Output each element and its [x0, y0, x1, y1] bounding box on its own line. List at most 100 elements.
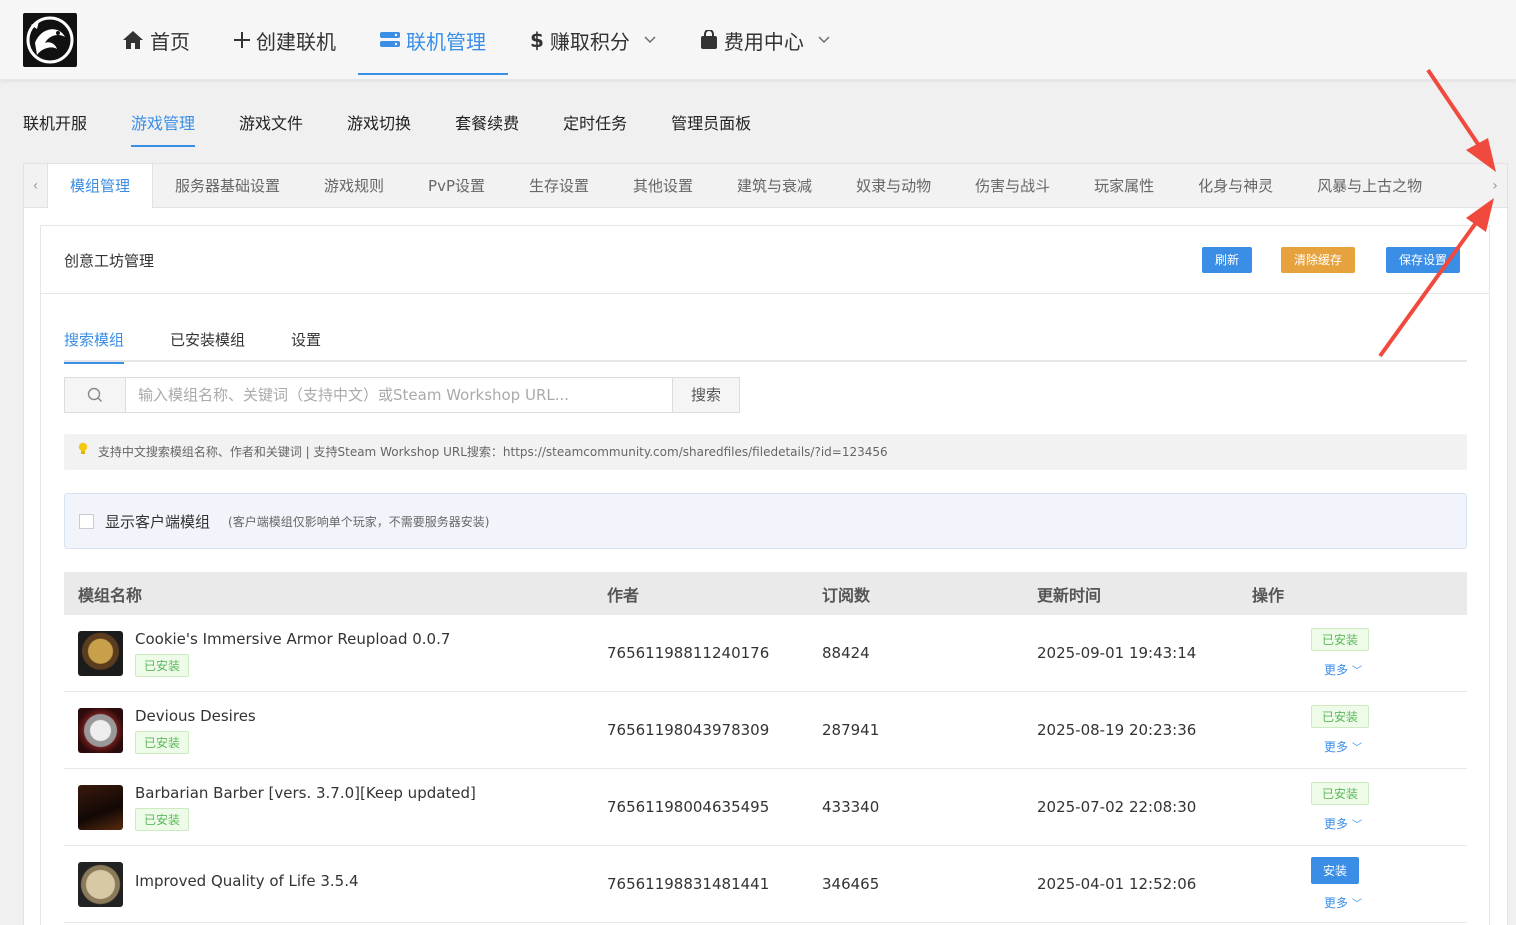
chevron-down-icon: ﹀ [1352, 666, 1363, 677]
bag-icon [700, 30, 718, 50]
tab-installed-mods[interactable]: 已安装模组 [170, 328, 245, 362]
nav-home-label: 首页 [150, 29, 190, 54]
nav-server-management[interactable]: 联机管理 [358, 0, 508, 80]
mod-thumbnail [78, 861, 123, 907]
subnav-game-files[interactable]: 游戏文件 [239, 103, 303, 147]
tab-thralls-animals[interactable]: 奴隶与动物 [834, 164, 953, 208]
installed-status-button[interactable]: 已安装 [1311, 628, 1370, 651]
header-updated-time: 更新时间 [1037, 585, 1102, 605]
nav-billing-center-label: 费用中心 [723, 29, 804, 54]
mod-name[interactable]: Improved Quality of Life 3.5.4 [135, 872, 359, 890]
subnav-open-server[interactable]: 联机开服 [23, 103, 87, 147]
plus-icon [234, 32, 250, 48]
installed-tag: 已安装 [135, 653, 190, 677]
table-row: Devious Desires 已安装 76561198043978309 28… [64, 692, 1467, 769]
mod-search-bar: 搜索 [64, 377, 740, 413]
tab-game-rules[interactable]: 游戏规则 [302, 164, 406, 208]
tab-search-mods[interactable]: 搜索模组 [64, 328, 125, 364]
table-row: Cookie's Immersive Armor Reupload 0.0.7 … [64, 615, 1467, 692]
home-icon [122, 30, 144, 50]
chevron-down-icon: ﹀ [1352, 743, 1363, 754]
more-actions-dropdown[interactable]: 更多 ﹀ [1324, 738, 1362, 755]
mod-author: 76561198831481441 [607, 875, 770, 893]
installed-tag: 已安装 [135, 730, 190, 754]
chevron-down-icon [818, 33, 830, 47]
mod-updated-time: 2025-09-01 19:43:14 [1037, 644, 1197, 662]
panel-header: 创意工坊管理 刷新 清除缓存 保存设置 [41, 226, 1489, 294]
mod-subscriptions: 88424 [822, 644, 870, 662]
table-row: Barbarian Barber [vers. 3.7.0][Keep upda… [64, 769, 1467, 846]
tab-player-attributes[interactable]: 玩家属性 [1072, 164, 1176, 208]
mod-subscriptions: 433340 [822, 798, 880, 816]
tab-damage-combat[interactable]: 伤害与战斗 [953, 164, 1072, 208]
save-settings-button[interactable]: 保存设置 [1386, 247, 1461, 273]
lightbulb-icon [78, 442, 92, 459]
settings-tabs: 模组管理 服务器基础设置 游戏规则 PvP设置 生存设置 其他设置 建筑与衰减 … [48, 164, 1485, 208]
top-nav-menu: 首页 创建联机 联机管理 $ 赚取积分 费用中心 [100, 0, 852, 80]
nav-earn-points-label: 赚取积分 [549, 29, 630, 54]
client-mods-note: (客户端模组仅影响单个玩家，不需要服务器安装) [228, 514, 490, 529]
mod-name[interactable]: Cookie's Immersive Armor Reupload 0.0.7 [135, 630, 450, 648]
refresh-button[interactable]: 刷新 [1202, 247, 1253, 273]
nav-home[interactable]: 首页 [100, 0, 212, 80]
mod-name[interactable]: Devious Desires [135, 707, 256, 725]
subnav-game-management[interactable]: 游戏管理 [131, 103, 196, 147]
mod-thumbnail [78, 707, 123, 753]
nav-billing-center[interactable]: 费用中心 [678, 0, 852, 80]
settings-tab-bar: ‹ 模组管理 服务器基础设置 游戏规则 PvP设置 生存设置 其他设置 建筑与衰… [24, 164, 1507, 208]
tab-mod-settings[interactable]: 设置 [291, 328, 321, 362]
tab-survival-settings[interactable]: 生存设置 [507, 164, 611, 208]
mod-thumbnail [78, 630, 123, 676]
more-actions-dropdown[interactable]: 更多 ﹀ [1324, 815, 1362, 832]
mod-updated-time: 2025-08-19 20:23:36 [1037, 721, 1197, 739]
installed-status-button[interactable]: 已安装 [1311, 705, 1370, 728]
tab-storm-elder-things[interactable]: 风暴与上古之物 [1295, 164, 1444, 208]
header-actions: 操作 [1252, 585, 1285, 605]
show-client-mods-checkbox[interactable] [79, 513, 94, 529]
header-author: 作者 [607, 585, 640, 605]
annotation-arrow-down [1426, 68, 1496, 172]
tab-building-decay[interactable]: 建筑与衰减 [715, 164, 834, 208]
panel-title: 创意工坊管理 [64, 252, 155, 270]
subnav-admin-panel[interactable]: 管理员面板 [671, 103, 751, 147]
tab-mod-management[interactable]: 模组管理 [48, 164, 154, 208]
show-client-mods-label[interactable]: 显示客户端模组 [105, 511, 210, 532]
settings-tab-card: ‹ 模组管理 服务器基础设置 游戏规则 PvP设置 生存设置 其他设置 建筑与衰… [23, 163, 1508, 925]
mod-subscriptions: 287941 [822, 721, 880, 739]
nav-earn-points[interactable]: $ 赚取积分 [508, 0, 678, 80]
subnav-scheduled-tasks[interactable]: 定时任务 [563, 103, 627, 147]
mod-name[interactable]: Barbarian Barber [vers. 3.7.0][Keep upda… [135, 784, 476, 802]
install-button[interactable]: 安装 [1311, 857, 1360, 884]
search-tip-text: 支持中文搜索模组名称、作者和关键词 | 支持Steam Workshop URL… [97, 445, 888, 459]
search-button[interactable]: 搜索 [672, 377, 740, 413]
nav-create-server[interactable]: 创建联机 [212, 0, 358, 80]
chevron-down-icon: ﹀ [1352, 899, 1363, 910]
mod-results-table: 模组名称 作者 订阅数 更新时间 操作 Cookie's Immersive A… [64, 572, 1467, 923]
tab-scroll-right-button[interactable]: › [1483, 164, 1507, 208]
app-logo[interactable] [23, 13, 77, 67]
subnav-plan-renewal[interactable]: 套餐续费 [455, 103, 519, 147]
table-row: Improved Quality of Life 3.5.4 765611988… [64, 846, 1467, 923]
installed-status-button[interactable]: 已安装 [1311, 782, 1370, 805]
workshop-panel: 创意工坊管理 刷新 清除缓存 保存设置 搜索模组 已安装模组 设置 搜索 支持中… [40, 225, 1490, 925]
mod-updated-time: 2025-04-01 12:52:06 [1037, 875, 1197, 893]
server-icon [380, 31, 400, 49]
search-icon [64, 377, 126, 413]
tab-pvp-settings[interactable]: PvP设置 [406, 164, 507, 208]
mod-subscriptions: 346465 [822, 875, 880, 893]
tab-scroll-left-button[interactable]: ‹ [24, 164, 48, 208]
chevron-down-icon: ﹀ [1352, 820, 1363, 831]
subnav-game-switch[interactable]: 游戏切换 [347, 103, 411, 147]
search-tip: 支持中文搜索模组名称、作者和关键词 | 支持Steam Workshop URL… [64, 434, 1467, 470]
mod-author: 76561198043978309 [607, 721, 770, 739]
mod-thumbnail [78, 784, 123, 830]
tab-avatars-gods[interactable]: 化身与神灵 [1176, 164, 1295, 208]
tab-other-settings[interactable]: 其他设置 [611, 164, 715, 208]
top-navbar: 首页 创建联机 联机管理 $ 赚取积分 费用中心 [0, 0, 1516, 80]
more-actions-dropdown[interactable]: 更多 ﹀ [1324, 661, 1362, 678]
clear-cache-button[interactable]: 清除缓存 [1281, 247, 1356, 273]
more-actions-dropdown[interactable]: 更多 ﹀ [1324, 894, 1362, 911]
tab-server-basic-settings[interactable]: 服务器基础设置 [153, 164, 302, 208]
header-subscriptions: 订阅数 [822, 585, 871, 605]
mod-search-input[interactable] [126, 377, 672, 413]
